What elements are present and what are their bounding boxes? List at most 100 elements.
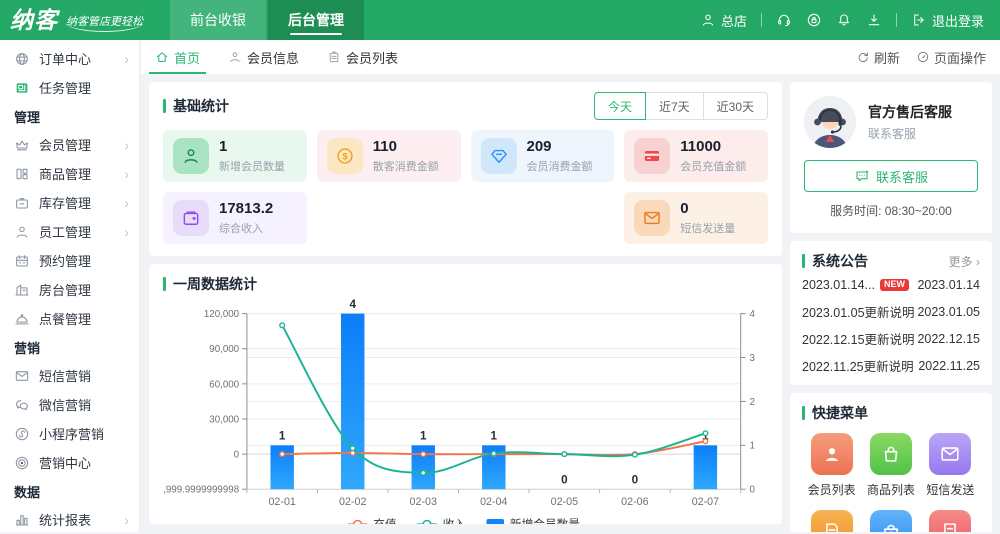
stat-card-3: 11000 会员充值金额 xyxy=(624,130,768,182)
logout-button[interactable]: 退出登录 xyxy=(911,11,984,30)
chart-legend-item-income[interactable]: 收入 xyxy=(417,517,466,524)
top-nav: 前台收银 后台管理 xyxy=(170,0,366,40)
chart-legend-item-recharge[interactable]: 充值 xyxy=(348,517,397,524)
dining-icon xyxy=(14,311,30,327)
notice-row-1[interactable]: 2023.01.05更新说明 2023.01.05 xyxy=(802,298,980,325)
sidebar-item-label: 库存管理 xyxy=(39,193,124,212)
sidebar-item-inventory-management[interactable]: 库存管理 › xyxy=(0,188,139,217)
sidebar-item-marketing-center[interactable]: 营销中心 xyxy=(0,448,139,477)
weekly-chart-title: 一周数据统计 xyxy=(163,274,257,294)
page-actions-label: 页面操作 xyxy=(934,48,986,67)
basic-stats-title: 基础统计 xyxy=(163,96,229,116)
notice-more-link[interactable]: 更多 › xyxy=(949,253,980,270)
bar-02-07 xyxy=(694,445,717,489)
quick-member-list[interactable]: 会员列表 xyxy=(808,433,856,498)
app-root: 纳客 纳客管店更轻松 前台收银 后台管理 总店 退出登录 订单中心 xyxy=(0,0,1000,532)
svg-text:02-02: 02-02 xyxy=(339,496,366,508)
stat-card-5: 0 短信发送量 xyxy=(624,192,768,244)
sidebar-item-label: 点餐管理 xyxy=(39,309,129,328)
bell-icon[interactable] xyxy=(836,12,852,28)
svg-text:02-03: 02-03 xyxy=(410,496,437,508)
quick-chip xyxy=(811,510,853,532)
headset-icon[interactable] xyxy=(776,12,792,28)
sidebar-item-dining-management[interactable]: 点餐管理 xyxy=(0,304,139,333)
order-icon xyxy=(821,520,843,532)
svg-text:90,000: 90,000 xyxy=(209,344,239,355)
sidebar-item-room-management[interactable]: 房台管理 xyxy=(0,275,139,304)
notice-row-2[interactable]: 2022.12.15更新说明 2022.12.15 xyxy=(802,325,980,352)
quick-coupon[interactable]: 优惠券 xyxy=(929,510,971,532)
notice-card: 系统公告 更多 › 2023.01.14... NEW 2023.01.14 2… xyxy=(790,241,992,385)
title-bar xyxy=(163,277,166,291)
sidebar-item-staff-management[interactable]: 员工管理 › xyxy=(0,217,139,246)
sidebar-item-orders-center[interactable]: 订单中心 › xyxy=(0,44,139,73)
sidebar-item-wechat-marketing[interactable]: 微信营销 xyxy=(0,390,139,419)
filter-30days[interactable]: 近30天 xyxy=(703,92,768,120)
service-hours: 服务时间: 08:30~20:00 xyxy=(804,202,978,219)
filter-today[interactable]: 今天 xyxy=(594,92,646,120)
store-switcher[interactable]: 总店 xyxy=(700,11,747,30)
svg-text:3: 3 xyxy=(749,353,754,364)
quick-menu-card: 快捷菜单 会员列表 商品列表 短信发送 商城订单 商品套餐 优惠券 xyxy=(790,393,992,532)
title-bar xyxy=(163,99,166,113)
stat-card-0: 1 新增会员数量 xyxy=(163,130,307,182)
sidebar-item-label: 订单中心 xyxy=(39,49,124,68)
basic-stats-card: 基础统计 今天近7天近30天 1 新增会员数量 $ 110 散客消费金额 209… xyxy=(149,82,782,256)
stat-card-1: $ 110 散客消费金额 xyxy=(317,130,461,182)
sidebar-item-reservation-management[interactable]: 预约管理 xyxy=(0,246,139,275)
svg-text:0: 0 xyxy=(749,485,755,496)
sidebar-item-label: 商品管理 xyxy=(39,164,124,183)
download-icon[interactable] xyxy=(866,12,882,28)
chevron-right-icon: › xyxy=(124,167,129,181)
sidebar-item-label: 小程序营销 xyxy=(39,424,129,443)
chevron-right-icon: › xyxy=(124,225,129,239)
svg-text:收入: 收入 xyxy=(443,517,467,524)
bag-icon xyxy=(880,443,902,465)
tab-member-info[interactable]: 会员信息 xyxy=(214,40,313,74)
svg-text:1: 1 xyxy=(420,429,427,442)
notice-row-0[interactable]: 2023.01.14... NEW 2023.01.14 xyxy=(802,271,980,298)
sidebar-item-statistics-reports[interactable]: 统计报表 › xyxy=(0,505,139,534)
stats-grid: 1 新增会员数量 $ 110 散客消费金额 209 会员消费金额 11000 会… xyxy=(163,130,768,244)
refresh-button[interactable]: 刷新 xyxy=(856,48,900,67)
svg-text:4: 4 xyxy=(349,298,356,311)
weekly-chart-card: 一周数据统计 120,00090,00060,00030,0000-29,999… xyxy=(149,264,782,524)
globe-icon xyxy=(14,51,30,67)
tabs: 首页 会员信息 会员列表 xyxy=(141,40,412,74)
tab-home[interactable]: 首页 xyxy=(141,40,214,74)
quick-product-combo[interactable]: 商品套餐 xyxy=(867,510,915,532)
svg-text:1: 1 xyxy=(279,429,286,442)
notice-row-3[interactable]: 2022.11.25更新说明 2022.11.25 xyxy=(802,352,980,379)
target-icon xyxy=(14,455,30,471)
quick-menu-grid: 会员列表 商品列表 短信发送 商城订单 商品套餐 优惠券 xyxy=(802,433,980,532)
sidebar-item-task-management[interactable]: 任务管理 xyxy=(0,73,139,102)
quick-sms-send[interactable]: 短信发送 xyxy=(926,433,974,498)
brand: 纳客 纳客管店更轻松 xyxy=(0,9,170,32)
svg-text:2: 2 xyxy=(749,397,754,408)
quick-chip xyxy=(929,433,971,475)
quick-menu-title: 快捷菜单 xyxy=(802,403,868,423)
stat-chip xyxy=(481,138,517,174)
chart-legend-item-new-members[interactable]: 新增会员数量 xyxy=(486,517,580,524)
main-area: 首页 会员信息 会员列表 刷新 页面操作 基础统计 今天近7天近30天 xyxy=(141,40,1000,532)
store-label: 总店 xyxy=(721,11,747,30)
sidebar-item-product-management[interactable]: 商品管理 › xyxy=(0,159,139,188)
nav-backend-admin[interactable]: 后台管理 xyxy=(268,0,364,40)
sidebar-item-sms-marketing[interactable]: 短信营销 xyxy=(0,361,139,390)
inventory-icon xyxy=(14,195,30,211)
lock-icon[interactable] xyxy=(806,12,822,28)
quick-chip xyxy=(870,510,912,532)
sidebar-item-miniprogram-marketing[interactable]: 小程序营销 xyxy=(0,419,139,448)
contact-service-button[interactable]: 联系客服 xyxy=(804,160,978,192)
nav-label: 后台管理 xyxy=(288,10,344,30)
quick-mall-orders[interactable]: 商城订单 xyxy=(808,510,856,532)
nav-front-cashier[interactable]: 前台收银 xyxy=(170,0,266,40)
page-actions-button[interactable]: 页面操作 xyxy=(916,48,986,67)
mail-icon xyxy=(642,208,662,228)
sidebar-item-label: 预约管理 xyxy=(39,251,129,270)
sidebar-item-member-management[interactable]: 会员管理 › xyxy=(0,130,139,159)
quick-product-list[interactable]: 商品列表 xyxy=(867,433,915,498)
tab-member-list[interactable]: 会员列表 xyxy=(313,40,412,74)
filter-7days[interactable]: 近7天 xyxy=(645,92,704,120)
notice-date: 2023.01.14 xyxy=(917,278,980,292)
